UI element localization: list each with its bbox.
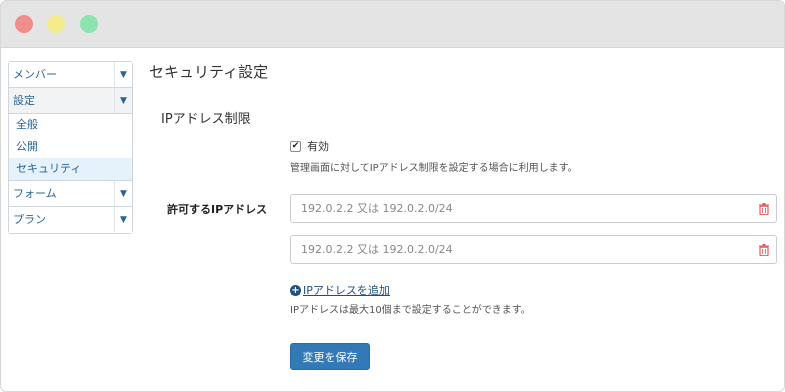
ip-address-field [290,235,777,264]
caret-down-icon[interactable]: ▼ [114,88,132,113]
enable-checkbox-row[interactable]: ✔ 有効 [290,139,329,153]
ip-address-input[interactable] [291,195,751,222]
sidebar-group-members[interactable]: メンバー ▼ [9,62,132,88]
sidebar-item-public[interactable]: 公開 [9,136,132,158]
close-window-button[interactable] [15,15,33,33]
add-ip-address-label: IPアドレスを追加 [303,284,390,297]
page-title: セキュリティ設定 [149,63,269,81]
ip-address-input[interactable] [291,236,751,263]
add-ip-address-link[interactable]: + IPアドレスを追加 [290,282,390,298]
window-titlebar [1,1,784,48]
sidebar-group-label: 設定 [13,94,35,107]
caret-down-icon[interactable]: ▼ [114,207,132,232]
allowed-ip-label: 許可するIPアドレス [167,203,268,216]
sidebar-group-plans[interactable]: プラン ▼ [9,207,132,233]
enable-help-text: 管理画面に対してIPアドレス制限を設定する場合に利用します。 [290,163,578,174]
sidebar-group-forms[interactable]: フォーム ▼ [9,181,132,207]
maximize-window-button[interactable] [80,15,98,33]
enable-checkbox[interactable]: ✔ [290,140,301,152]
minimize-window-button[interactable] [47,15,65,33]
caret-down-icon[interactable]: ▼ [114,62,132,87]
ip-limit-help-text: IPアドレスは最大10個まで設定することができます。 [290,305,531,316]
settings-submenu: 全般 公開 セキュリティ [9,114,132,181]
sidebar-group-label: メンバー [13,68,57,81]
sidebar-group-label: フォーム [13,187,57,200]
ip-address-field [290,194,777,223]
sidebar: メンバー ▼ 設定 ▼ 全般 公開 セキュリティ フォーム ▼ プラン ▼ [8,61,133,234]
sidebar-group-label: プラン [13,213,46,226]
sidebar-item-general[interactable]: 全般 [9,114,132,136]
trash-icon[interactable] [759,203,769,215]
section-title: IPアドレス制限 [161,112,251,127]
save-changes-button[interactable]: 変更を保存 [290,343,370,370]
enable-checkbox-label: 有効 [307,140,329,153]
sidebar-item-security[interactable]: セキュリティ [9,158,132,180]
caret-down-icon[interactable]: ▼ [114,181,132,206]
trash-icon[interactable] [759,244,769,256]
app-window: メンバー ▼ 設定 ▼ 全般 公開 セキュリティ フォーム ▼ プラン ▼ セキ… [0,0,785,392]
plus-circle-icon: + [290,284,301,296]
sidebar-group-settings[interactable]: 設定 ▼ [9,88,132,114]
